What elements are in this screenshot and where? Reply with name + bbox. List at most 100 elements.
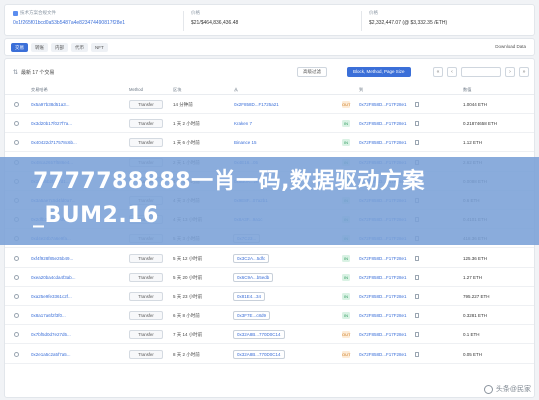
banner-text: 7777788888一肖一码,数据驱动方案_BUM2.16 xyxy=(33,169,425,228)
table-header: 交易哈希 Method 区块 从 到 数值 xyxy=(5,83,534,95)
tx-value: 125.36 ETH xyxy=(463,255,488,261)
copy-icon[interactable] xyxy=(415,294,419,299)
table-row[interactable]: 0xf4f928f85e25b49... Transfer 5 天 12 小时前 0x… xyxy=(5,250,534,268)
direction-badge: IN xyxy=(342,139,350,147)
to-address[interactable]: 0x72F858D...F17F28e1 xyxy=(359,332,407,337)
tx-hash[interactable]: 0xea20ba4cda4f3ab... xyxy=(31,275,76,280)
eye-icon[interactable] xyxy=(14,274,19,280)
tx-hash[interactable]: 0x7bf5d0d7e27d5... xyxy=(31,332,71,337)
prev-page-button[interactable]: ‹ xyxy=(447,67,457,77)
tx-hash[interactable]: 0x3d20b17f027f7a... xyxy=(31,121,72,126)
tx-hash[interactable]: 0x40422d717578c6b... xyxy=(31,140,77,145)
copy-icon[interactable] xyxy=(415,140,419,146)
table-row[interactable]: 0x2e1a5c2a5f7a5... Transfer 8 天 2 小时前 0x32A… xyxy=(5,346,534,364)
copy-icon[interactable] xyxy=(415,332,419,338)
tx-hash[interactable]: 0xa25e9fe3361c2f... xyxy=(31,294,72,299)
tx-age: 1 天 6 小时前 xyxy=(173,140,200,146)
tab-tokens[interactable]: 代币 xyxy=(71,43,88,52)
balance-label: 价格 xyxy=(191,10,200,15)
value-column: 价格 $2,332,447.07 (@ $3,332.35 /ETH) xyxy=(369,10,447,26)
tx-value: 1.0044 ETH xyxy=(463,102,488,107)
eye-icon[interactable] xyxy=(14,140,19,146)
last-page-button[interactable]: » xyxy=(519,67,529,77)
page-indicator xyxy=(461,67,501,77)
tx-age: 5 天 12 小时前 xyxy=(173,255,203,261)
download-data-link[interactable]: Download Data xyxy=(495,44,526,49)
divider xyxy=(361,11,362,31)
copy-icon[interactable] xyxy=(415,102,419,107)
to-address[interactable]: 0x72F858D...F17F28e1 xyxy=(359,102,407,107)
column-header: 从 xyxy=(234,87,239,92)
method-badge: Transfer xyxy=(129,349,163,359)
copy-icon[interactable] xyxy=(415,274,419,280)
list-title-row: ⇅ 最新 17 个交易 xyxy=(13,69,54,76)
copy-icon[interactable] xyxy=(415,121,419,127)
copy-icon[interactable] xyxy=(415,255,419,261)
from-address[interactable]: 0x32A8B...770D0C14 xyxy=(233,349,285,359)
to-address[interactable]: 0x72F858D...F17F28e1 xyxy=(359,313,407,318)
tx-value: 1.27 ETH xyxy=(463,274,483,280)
tx-hash[interactable]: 0x2e1a5c2a5f7a5... xyxy=(31,352,71,357)
next-page-button[interactable]: › xyxy=(505,67,515,77)
divider xyxy=(183,11,184,31)
direction-badge: OUT xyxy=(342,350,351,358)
table-row[interactable]: 0x3d20b17f027f7a... Transfer 1 天 2 小时前 Krak… xyxy=(5,115,534,134)
contract-label: 技术方案合规文件 xyxy=(20,10,56,15)
tx-hash[interactable]: 0x8a17a6f2f3f0... xyxy=(31,313,66,318)
tab-transactions[interactable]: 交易 xyxy=(11,43,28,52)
column-header: 到 xyxy=(359,87,364,92)
balance-value: $21/$464,836,436.48 xyxy=(191,20,239,26)
to-address[interactable]: 0x72F858D...F17F28e1 xyxy=(359,352,407,357)
table-row[interactable]: 0x40422d717578c6b... Transfer 1 天 6 小时前 Bin… xyxy=(5,134,534,153)
from-address[interactable]: Kraken 7 xyxy=(234,121,252,126)
from-address[interactable]: 0x2F858D...F1725a21 xyxy=(234,102,279,107)
copy-icon[interactable] xyxy=(415,351,419,357)
tab-transfers[interactable]: 转账 xyxy=(31,43,48,52)
table-row[interactable]: 0xa25e9fe3361c2f... Transfer 5 天 23 小时前 0x8… xyxy=(5,288,534,306)
table-row[interactable]: 0xea20ba4cda4f3ab... Transfer 5 天 20 小时前 0x… xyxy=(5,269,534,287)
sort-options-button[interactable]: Block, Method, Page Size xyxy=(347,67,411,77)
to-address[interactable]: 0x72F858D...F17F28e1 xyxy=(359,121,407,126)
tx-hash[interactable]: 0x5a97b38d51a3... xyxy=(31,102,70,107)
method-badge: Transfer xyxy=(129,119,163,129)
overlay-banner: 7777788888一肖一码,数据驱动方案_BUM2.16 xyxy=(0,157,539,245)
to-address[interactable]: 0x72F858D...F17F28e1 xyxy=(359,256,407,261)
tx-age: 1 天 2 小时前 xyxy=(173,121,200,127)
copy-icon[interactable] xyxy=(415,313,419,319)
eye-icon[interactable] xyxy=(14,332,19,338)
value-label: 价格 xyxy=(369,10,378,15)
eye-icon[interactable] xyxy=(14,102,19,107)
from-address[interactable]: 0x3C2A...5dfc xyxy=(233,253,270,263)
eye-icon[interactable] xyxy=(14,255,19,261)
from-address[interactable]: 0x3F7E...c8d9 xyxy=(233,311,271,321)
watermark: 头条@民家 xyxy=(483,384,531,394)
table-row[interactable]: 0x7bf5d0d7e27d5... Transfer 7 天 14 小时前 0x32… xyxy=(5,326,534,345)
to-address[interactable]: 0x72F858D...F17F28e1 xyxy=(359,275,407,280)
to-address[interactable]: 0x72F858D...F17F28e1 xyxy=(359,294,407,299)
tx-age: 5 天 23 小时前 xyxy=(173,294,203,299)
tx-hash[interactable]: 0xf4f928f85e25b49... xyxy=(31,256,73,261)
table-row[interactable]: 0x5a97b38d51a3... Transfer 14 分钟前 0x2F858D.… xyxy=(5,96,534,114)
eye-icon[interactable] xyxy=(14,313,19,319)
from-address[interactable]: 0x32A8B...770D0C14 xyxy=(233,330,285,340)
eye-icon[interactable] xyxy=(14,121,19,127)
advanced-filter-button[interactable]: 高级过滤 xyxy=(297,67,327,77)
eye-icon[interactable] xyxy=(14,351,19,357)
tab-internal[interactable]: 内部 xyxy=(51,43,68,52)
to-address[interactable]: 0x72F858D...F17F28e1 xyxy=(359,140,407,145)
first-page-button[interactable]: « xyxy=(433,67,443,77)
tx-value: 0.1 ETH xyxy=(463,332,480,338)
table-row[interactable]: 0x8a17a6f2f3f0... Transfer 6 天 8 小时前 0x3F7E… xyxy=(5,307,534,326)
direction-badge: IN xyxy=(342,293,350,300)
from-address[interactable]: 0x6C9A...b5edb xyxy=(233,272,274,282)
from-address[interactable]: Binance 15 xyxy=(234,140,257,145)
value-value: $2,332,447.07 (@ $3,332.35 /ETH) xyxy=(369,20,448,26)
from-address[interactable]: 0x81E4...34 xyxy=(233,292,266,301)
direction-badge: OUT xyxy=(342,331,351,339)
contract-address[interactable]: 0x1f265f01bcd0a53b5487a4e823474490817f28… xyxy=(13,20,125,26)
eye-icon[interactable] xyxy=(14,294,19,299)
method-badge: Transfer xyxy=(129,330,163,340)
direction-badge: IN xyxy=(342,273,350,281)
tab-nft[interactable]: NFT xyxy=(91,43,108,52)
column-header[interactable]: Method xyxy=(129,87,143,92)
